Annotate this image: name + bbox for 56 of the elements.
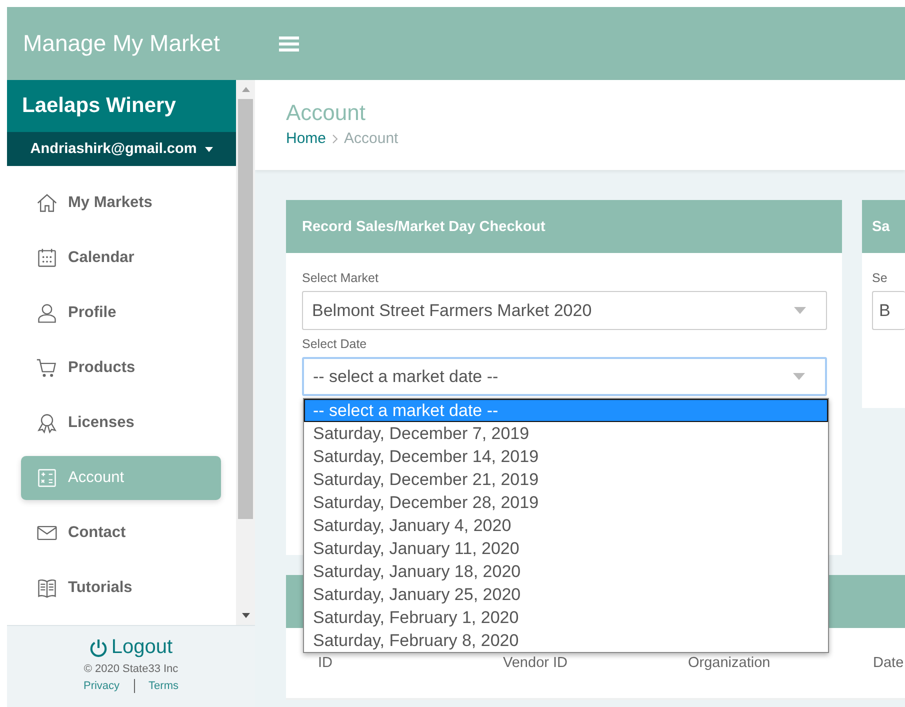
- scroll-thumb[interactable]: [238, 99, 253, 519]
- column-header: Organization: [687, 655, 772, 671]
- sidebar-item[interactable]: Products: [21, 346, 221, 390]
- dropdown-option[interactable]: Saturday, January 18, 2020: [304, 560, 828, 583]
- caret-icon: [794, 307, 806, 314]
- page-title: Account: [286, 100, 366, 126]
- footer-link[interactable]: Privacy: [83, 680, 120, 692]
- logout-link[interactable]: Logout: [89, 636, 173, 659]
- dropdown-option[interactable]: Saturday, January 25, 2020: [304, 583, 828, 606]
- caret-icon: [793, 373, 805, 380]
- scroll-down-icon[interactable]: [242, 613, 250, 618]
- dropdown-option[interactable]: Saturday, December 14, 2019: [304, 445, 828, 468]
- column-header: Vendor ID: [502, 655, 568, 671]
- app-title: Manage My Market: [22, 30, 221, 57]
- sidebar-item[interactable]: My Markets: [21, 181, 221, 225]
- menu-icon[interactable]: [278, 34, 300, 52]
- sidebar-item[interactable]: Licenses: [21, 401, 221, 445]
- business-name: Laelaps Winery: [7, 80, 236, 132]
- dropdown-option[interactable]: Saturday, February 1, 2020: [304, 606, 828, 629]
- copyright-text: © 2020 State33 Inc: [84, 663, 178, 675]
- sidebar-item[interactable]: Calendar: [21, 236, 221, 280]
- field-label: Select Date: [302, 337, 368, 351]
- dropdown-option[interactable]: Saturday, December 21, 2019: [304, 468, 828, 491]
- scrollbar[interactable]: [236, 80, 255, 625]
- ribbon-icon: [36, 412, 58, 434]
- breadcrumb-link[interactable]: Home: [286, 130, 326, 147]
- calendar-icon: [36, 247, 58, 269]
- select-field[interactable]: Belmont Street Farmers Market 2020: [302, 291, 827, 330]
- cart-icon: [36, 357, 58, 379]
- sidebar-item[interactable]: Profile: [21, 291, 221, 335]
- card-header: Sa: [862, 200, 905, 253]
- user-menu[interactable]: Andriashirk@gmail.com: [7, 132, 236, 166]
- sidebar-item[interactable]: Contact: [21, 511, 221, 555]
- calculator-icon: [36, 467, 58, 489]
- dropdown-option[interactable]: Saturday, January 4, 2020: [304, 514, 828, 537]
- scroll-up-icon[interactable]: [242, 87, 250, 92]
- column-header: ID: [317, 655, 334, 671]
- chevron-right-icon: [332, 134, 338, 144]
- book-icon: [36, 577, 58, 599]
- field-label: Se: [872, 271, 888, 285]
- dropdown-option[interactable]: Saturday, January 11, 2020: [304, 537, 828, 560]
- dropdown-option[interactable]: Saturday, February 8, 2020: [304, 629, 828, 652]
- breadcrumb-current: Account: [344, 130, 398, 147]
- field-label: Select Market: [302, 271, 380, 285]
- select-field[interactable]: B: [872, 291, 905, 330]
- caret-icon: [204, 146, 213, 152]
- dropdown-option[interactable]: Saturday, December 28, 2019: [304, 491, 828, 514]
- card-header: Record Sales/Market Day Checkout: [286, 200, 842, 253]
- dropdown-option[interactable]: Saturday, December 7, 2019: [304, 422, 828, 445]
- house-icon: [36, 192, 58, 214]
- person-icon: [36, 302, 58, 324]
- power-icon: [89, 638, 108, 658]
- column-header: Date: [872, 655, 904, 671]
- select-field[interactable]: -- select a market date --: [302, 357, 827, 396]
- footer-link[interactable]: Terms: [148, 680, 178, 692]
- sidebar-item[interactable]: Tutorials: [21, 566, 221, 610]
